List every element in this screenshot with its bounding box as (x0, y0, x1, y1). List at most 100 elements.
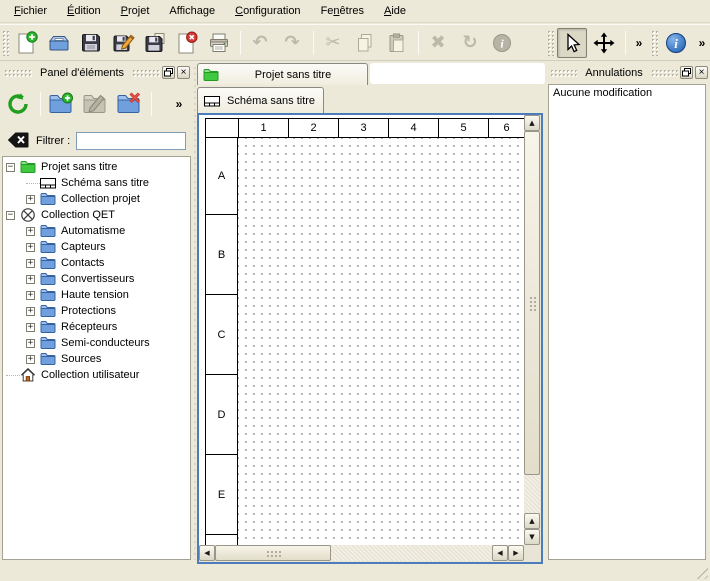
reload-collections-button[interactable] (2, 88, 34, 120)
panel-float-button[interactable] (162, 66, 175, 79)
v-scroll-down-button[interactable]: ▼ (524, 529, 540, 545)
schema-row-label-B: B (206, 215, 237, 295)
print-icon (207, 31, 231, 55)
move-mode-button[interactable] (589, 28, 619, 58)
schema-canvas[interactable]: 123456 ABCDE (199, 115, 524, 545)
folder-icon (40, 191, 56, 207)
menu-item-affichage[interactable]: Affichage (159, 0, 225, 23)
folder-icon (40, 335, 56, 351)
undo-panel-close-button[interactable]: × (695, 66, 708, 79)
horizontal-scrollbar[interactable]: ◀ ◀ ▶ (199, 545, 524, 562)
menu-item-aide[interactable]: Aide (374, 0, 416, 23)
delete-folder-icon (116, 91, 142, 117)
h-scroll-thumb[interactable] (215, 545, 331, 561)
expand-expander-icon[interactable]: + (26, 339, 35, 348)
file-toolbar: ↶ ↷ ✂ ✖ ↻ i (1, 25, 519, 61)
h-scroll-left-button[interactable]: ◀ (199, 545, 215, 561)
about-button[interactable]: i (661, 28, 691, 58)
expand-expander-icon[interactable]: + (26, 355, 35, 364)
close-document-button[interactable] (172, 28, 202, 58)
delete-category-button[interactable] (113, 88, 145, 120)
filter-input[interactable] (76, 132, 186, 150)
info-blue-icon: i (664, 31, 688, 55)
tree-item-collection-utilisateur[interactable]: Collection utilisateur (3, 367, 190, 383)
tab-project[interactable]: Projet sans titre (197, 63, 368, 85)
select-mode-button[interactable] (557, 28, 587, 58)
undo-history-list[interactable]: Aucune modification (548, 84, 706, 560)
tree-item-automatisme[interactable]: +Automatisme (3, 223, 190, 239)
v-scroll-up-button-2[interactable]: ▲ (524, 513, 540, 529)
cursor-arrow-icon (561, 32, 583, 54)
filter-clear-button[interactable] (6, 132, 30, 150)
menu-bar: FichierÉditionProjetAffichageConfigurati… (0, 0, 710, 23)
tree-item-contacts[interactable]: +Contacts (3, 255, 190, 271)
rotate-button: ↻ (455, 28, 485, 58)
undo-panel-float-button[interactable] (680, 66, 693, 79)
schema-view[interactable]: 123456 ABCDE ▲ ▲ ▼ ◀ ◀ ▶ (197, 113, 543, 564)
expand-expander-icon[interactable]: + (26, 227, 35, 236)
expand-expander-icon[interactable]: + (26, 259, 35, 268)
thumb-grip (528, 295, 536, 311)
new-category-button[interactable] (45, 88, 77, 120)
toolbar-drag-handle[interactable] (547, 30, 554, 56)
save-button[interactable] (76, 28, 106, 58)
folder-icon (40, 255, 56, 271)
h-scroll-track[interactable] (331, 545, 492, 561)
expand-expander-icon[interactable]: + (26, 195, 35, 204)
toolbar-overflow-button[interactable]: » (693, 28, 710, 58)
menu-item-fenetres[interactable]: Fenêtres (311, 0, 374, 23)
open-document-button[interactable] (44, 28, 74, 58)
tree-item-convertisseurs[interactable]: +Convertisseurs (3, 271, 190, 287)
collections-toolbar-overflow-button[interactable]: » (170, 89, 188, 119)
toolbar-drag-handle[interactable] (2, 30, 9, 56)
save-as-icon (111, 31, 135, 55)
expand-expander-icon[interactable]: + (26, 275, 35, 284)
elements-panel-title: Panel d'éléments (32, 67, 132, 79)
tree-item-label: Collection projet (61, 193, 140, 205)
tree-item-schema-sans-titre[interactable]: Schéma sans titre (3, 175, 190, 191)
tree-item-projet-sans-titre[interactable]: −Projet sans titre (3, 159, 190, 175)
tree-item-collection-projet[interactable]: + Collection projet (3, 191, 190, 207)
tree-item-haute-tension[interactable]: +Haute tension (3, 287, 190, 303)
tab-schema[interactable]: Schéma sans titre (197, 87, 324, 113)
qet-collection-icon (20, 207, 36, 223)
tree-item-sources[interactable]: +Sources (3, 351, 190, 367)
tree-item-label: Semi-conducteurs (61, 337, 150, 349)
vertical-scrollbar[interactable]: ▲ ▲ ▼ (524, 115, 541, 562)
menu-item-edition[interactable]: Édition (57, 0, 111, 23)
tree-item-collection-qet[interactable]: −Collection QET (3, 207, 190, 223)
schema-header-corner (206, 119, 239, 137)
expand-expander-icon[interactable]: + (26, 291, 35, 300)
tree-item-label: Collection utilisateur (41, 369, 139, 381)
tree-item-recepteurs[interactable]: +Récepteurs (3, 319, 190, 335)
tree-item-protections[interactable]: +Protections (3, 303, 190, 319)
folder-icon (40, 223, 56, 239)
resize-grip[interactable] (694, 565, 708, 579)
save-all-button[interactable] (140, 28, 170, 58)
tree-item-label: Schéma sans titre (61, 177, 149, 189)
h-scroll-left-button-2[interactable]: ◀ (492, 545, 508, 561)
rotate-icon: ↻ (462, 34, 477, 52)
collapse-expander-icon[interactable]: − (6, 163, 15, 172)
v-scroll-track[interactable] (524, 475, 540, 513)
menu-item-projet[interactable]: Projet (111, 0, 160, 23)
h-scroll-right-button[interactable]: ▶ (508, 545, 524, 561)
expand-expander-icon[interactable]: + (26, 307, 35, 316)
v-scroll-up-button[interactable]: ▲ (524, 115, 540, 131)
v-scroll-thumb[interactable] (524, 131, 540, 475)
tree-item-semi-conducteurs[interactable]: + Semi-conducteurs (3, 335, 190, 351)
undo-list-item[interactable]: Aucune modification (553, 87, 701, 99)
tree-item-capteurs[interactable]: +Capteurs (3, 239, 190, 255)
toolbar-drag-handle[interactable] (651, 30, 658, 56)
panel-close-button[interactable]: × (177, 66, 190, 79)
collapse-expander-icon[interactable]: − (6, 211, 15, 220)
expand-expander-icon[interactable]: + (26, 243, 35, 252)
menu-item-fichier[interactable]: Fichier (4, 0, 57, 23)
save-as-button[interactable] (108, 28, 138, 58)
expand-expander-icon[interactable]: + (26, 323, 35, 332)
print-button[interactable] (204, 28, 234, 58)
new-document-button[interactable] (12, 28, 42, 58)
toolbar-overflow-button[interactable]: » (630, 28, 648, 58)
save-icon (79, 31, 103, 55)
menu-item-configuration[interactable]: Configuration (225, 0, 310, 23)
